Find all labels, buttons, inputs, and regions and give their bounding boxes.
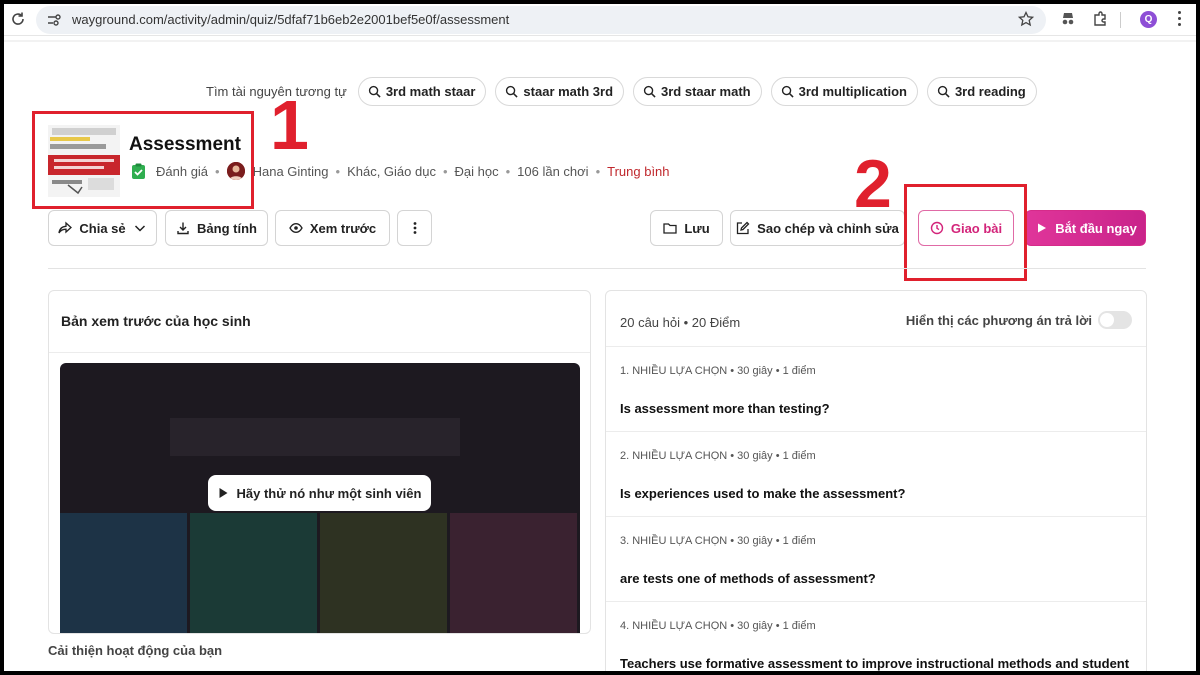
preview-tile [60, 513, 187, 633]
try-as-student-button[interactable]: Hãy thử nó như một sinh viên [208, 475, 431, 511]
show-answers-label: Hiển thị các phương án trả lời [905, 313, 1092, 328]
question-text: Is experiences used to make the assessme… [620, 486, 906, 501]
question-text: Is assessment more than testing? [620, 401, 830, 416]
total-points: 20 Điểm [691, 315, 741, 330]
question-count: 20 câu hỏi [620, 315, 680, 330]
preview-tile [320, 513, 447, 633]
search-icon [506, 85, 519, 98]
related-chip[interactable]: 3rd reading [926, 76, 1037, 106]
reload-icon[interactable] [10, 11, 26, 27]
copy-edit-label: Sao chép và chỉnh sửa [757, 220, 899, 236]
incognito-icon[interactable] [1060, 11, 1076, 27]
chip-label: 3rd multiplication [798, 83, 907, 99]
search-icon [643, 85, 656, 98]
section-divider [48, 268, 1146, 269]
browser-toolbar: wayground.com/activity/admin/quiz/5dfaf7… [4, 4, 1196, 36]
related-searches: Tìm tài nguyên tương tự 3rd math staar s… [206, 76, 1037, 106]
edit-icon [737, 221, 750, 235]
question-meta: 1. NHIỀU LỰA CHỌN • 30 giây • 1 điểm [620, 365, 816, 377]
more-options-button[interactable] [397, 210, 432, 246]
share-icon [58, 221, 73, 234]
share-label: Chia sẻ [79, 220, 126, 236]
preview-video[interactable]: Hãy thử nó như một sinh viên [60, 363, 580, 633]
save-label: Lưu [684, 220, 710, 236]
play-icon [219, 488, 228, 498]
url-text[interactable]: wayground.com/activity/admin/quiz/5dfaf7… [72, 12, 509, 27]
quiz-plays: 106 lần chơi [517, 163, 589, 179]
search-icon [937, 85, 950, 98]
student-preview-panel: Bản xem trước của học sinh Hãy thử nó nh… [48, 290, 591, 634]
chip-label: 3rd staar math [661, 83, 751, 99]
browser-menu-icon[interactable] [1176, 11, 1182, 29]
download-icon [177, 222, 189, 235]
annotation-box-2 [904, 184, 1027, 281]
question-meta: 4. NHIỀU LỰA CHỌN • 30 giây • 1 điểm [620, 620, 816, 632]
question-meta: 2. NHIỀU LỰA CHỌN • 30 giây • 1 điểm [620, 450, 816, 462]
questions-summary: 20 câu hỏi • 20 Điểm [620, 315, 740, 330]
copy-edit-button[interactable]: Sao chép và chỉnh sửa [730, 210, 905, 246]
annotation-number-1: 1 [270, 86, 309, 164]
site-settings-icon[interactable] [46, 12, 62, 28]
related-chip[interactable]: 3rd multiplication [770, 76, 918, 106]
improve-activity-heading: Cải thiện hoạt động của bạn [48, 643, 223, 658]
meta-separator: • [505, 163, 511, 179]
search-icon [781, 85, 794, 98]
save-button[interactable]: Lưu [650, 210, 723, 246]
chevron-down-icon [134, 225, 145, 232]
related-chip[interactable]: 3rd staar math [633, 76, 762, 106]
preview-blur-band [170, 418, 460, 456]
quiz-subjects: Khác, Giáo dục [347, 163, 436, 179]
toolbar-divider [1120, 12, 1121, 28]
folder-icon [663, 223, 677, 234]
summary-separator: • [683, 315, 692, 330]
question-item[interactable]: 3. NHIỀU LỰA CHỌN • 30 giây • 1 điểm are… [606, 516, 1146, 601]
question-text: Teachers use formative assessment to imp… [620, 656, 1130, 671]
eye-icon [289, 223, 303, 233]
author-name[interactable]: Hana Ginting [253, 164, 329, 179]
extensions-icon[interactable] [1092, 11, 1108, 27]
start-now-label: Bắt đầu ngay [1055, 220, 1137, 236]
chip-label: 3rd reading [954, 83, 1026, 99]
meta-separator: • [335, 163, 341, 179]
questions-panel: 20 câu hỏi • 20 Điểm Hiển thị các phương… [605, 290, 1147, 671]
quiz-difficulty: Trung bình [607, 163, 670, 179]
quiz-grade: Đại học [454, 163, 499, 179]
question-text: are tests one of methods of assessment? [620, 571, 876, 586]
start-now-button[interactable]: Bắt đầu ngay [1025, 210, 1146, 246]
question-item[interactable]: 1. NHIỀU LỰA CHỌN • 30 giây • 1 điểm Is … [606, 346, 1146, 431]
preview-tile [190, 513, 317, 633]
related-chip[interactable]: 3rd math staar [357, 76, 487, 106]
meta-separator: • [595, 163, 601, 179]
question-meta: 3. NHIỀU LỰA CHỌN • 30 giây • 1 điểm [620, 535, 816, 547]
panel-divider [49, 352, 590, 353]
preview-label: Xem trước [309, 220, 377, 236]
try-as-student-label: Hãy thử nó như một sinh viên [236, 485, 422, 501]
play-icon [1038, 223, 1047, 233]
preview-button[interactable]: Xem trước [275, 210, 390, 246]
header-divider [4, 40, 1196, 42]
profile-avatar[interactable]: Q [1140, 11, 1157, 28]
address-bar[interactable]: wayground.com/activity/admin/quiz/5dfaf7… [36, 6, 1046, 34]
share-button[interactable]: Chia sẻ [48, 210, 157, 246]
student-preview-title: Bản xem trước của học sinh [61, 313, 251, 329]
question-item[interactable]: 2. NHIỀU LỰA CHỌN • 30 giây • 1 điểm Is … [606, 431, 1146, 516]
spreadsheet-button[interactable]: Bảng tính [165, 210, 268, 246]
meta-separator: • [442, 163, 448, 179]
chip-label: staar math 3rd [523, 83, 614, 99]
page-frame: wayground.com/activity/admin/quiz/5dfaf7… [4, 4, 1196, 671]
related-chip[interactable]: staar math 3rd [495, 76, 625, 106]
question-item[interactable]: 4. NHIỀU LỰA CHỌN • 30 giây • 1 điểm Tea… [606, 601, 1146, 671]
search-icon [368, 85, 381, 98]
spreadsheet-label: Bảng tính [197, 220, 257, 236]
more-vertical-icon [413, 222, 416, 234]
show-answers-toggle[interactable] [1098, 311, 1132, 329]
annotation-number-2: 2 [854, 146, 892, 222]
preview-tile [450, 513, 577, 633]
annotation-box-1 [32, 111, 254, 209]
question-list: 1. NHIỀU LỰA CHỌN • 30 giây • 1 điểm Is … [606, 346, 1146, 671]
bookmark-star-icon[interactable] [1018, 11, 1034, 27]
chip-label: 3rd math staar [385, 83, 476, 99]
